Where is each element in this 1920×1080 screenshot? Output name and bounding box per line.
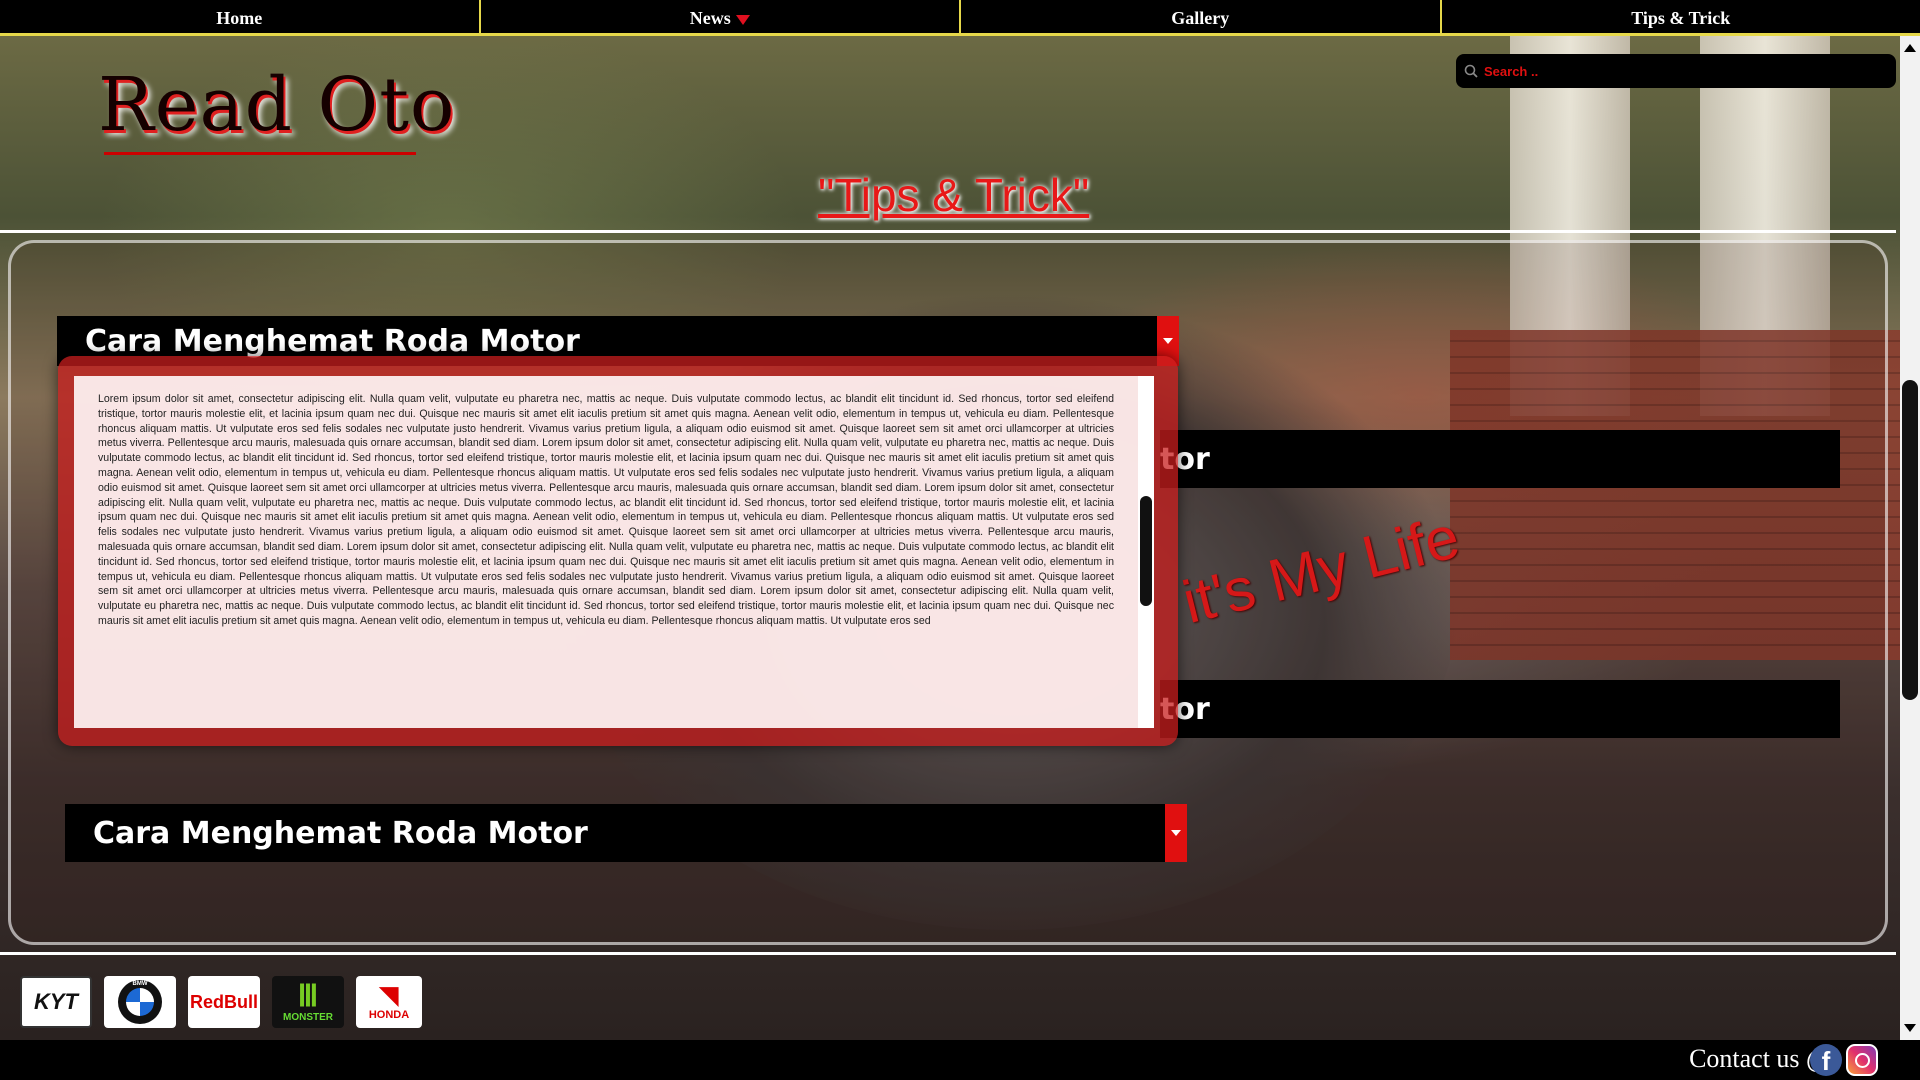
- header-divider: [0, 230, 1896, 233]
- top-nav: Home News Gallery Tips & Trick: [0, 0, 1920, 36]
- accordion-title: Cara Menghemat Roda Motor: [85, 323, 580, 359]
- search-input[interactable]: [1482, 62, 1886, 80]
- bmw-roundel-icon: BMW: [118, 980, 162, 1024]
- chevron-down-icon: [1163, 338, 1173, 344]
- kyt-logo[interactable]: KYT: [20, 976, 92, 1028]
- chevron-down-icon: [1171, 830, 1181, 836]
- nav-tips-label: Tips & Trick: [1631, 8, 1731, 28]
- footer-divider: [0, 952, 1896, 955]
- scroll-down-icon[interactable]: [1904, 1024, 1916, 1032]
- article-text: Lorem ipsum dolor sit amet, consectetur …: [98, 393, 1114, 627]
- facebook-icon[interactable]: f: [1810, 1044, 1842, 1076]
- honda-logo[interactable]: ◥ HONDA: [356, 976, 422, 1028]
- dropdown-caret-icon: [735, 14, 750, 25]
- search-icon: [1464, 64, 1478, 78]
- instagram-icon[interactable]: [1846, 1044, 1878, 1076]
- accordion-toggle[interactable]: [1165, 804, 1187, 862]
- article-text-box[interactable]: Lorem ipsum dolor sit amet, consectetur …: [74, 376, 1154, 728]
- nav-news-label: News: [689, 8, 731, 28]
- footer-bar: Contact us @: [0, 1040, 1920, 1080]
- page-scroll-thumb[interactable]: [1902, 380, 1918, 700]
- nav-tips-trick[interactable]: Tips & Trick: [1442, 0, 1920, 33]
- monster-claw-icon: Ⅲ: [297, 979, 319, 1013]
- nav-news[interactable]: News: [481, 0, 961, 33]
- nav-home[interactable]: Home: [0, 0, 481, 33]
- contact-label: Contact us @: [1689, 1044, 1830, 1073]
- honda-wing-icon: ◥: [379, 982, 399, 1009]
- accordion-content-panel: Lorem ipsum dolor sit amet, consectetur …: [58, 356, 1178, 746]
- monster-logo[interactable]: Ⅲ MONSTER: [272, 976, 344, 1028]
- brand-logos: KYT BMW RedBull Ⅲ MONSTER ◥ HONDA: [20, 976, 422, 1028]
- scroll-up-icon[interactable]: [1904, 44, 1916, 52]
- accordion-item-2[interactable]: tor: [1160, 430, 1840, 488]
- nav-gallery-label: Gallery: [1171, 8, 1230, 28]
- bmw-logo[interactable]: BMW: [104, 976, 176, 1028]
- nav-gallery[interactable]: Gallery: [961, 0, 1442, 33]
- nav-home-label: Home: [216, 8, 263, 28]
- logo-underline: [104, 152, 416, 155]
- site-logo[interactable]: Read Oto: [98, 62, 455, 148]
- kyt-logo-text: KYT: [34, 989, 78, 1014]
- monster-logo-text: MONSTER: [283, 1011, 333, 1023]
- page-title: "Tips & Trick": [818, 169, 1090, 221]
- accordion-item-3[interactable]: tor: [1160, 680, 1840, 738]
- accordion-item-4[interactable]: Cara Menghemat Roda Motor: [65, 804, 1187, 862]
- honda-logo-text: HONDA: [368, 1009, 410, 1021]
- accordion-title: Cara Menghemat Roda Motor: [93, 815, 588, 851]
- content-scroll-thumb[interactable]: [1140, 496, 1152, 606]
- bmw-logo-text: BMW: [132, 981, 148, 987]
- redbull-logo[interactable]: RedBull: [188, 976, 260, 1028]
- redbull-logo-text: RedBull: [189, 991, 258, 1012]
- search-bar[interactable]: [1456, 54, 1896, 88]
